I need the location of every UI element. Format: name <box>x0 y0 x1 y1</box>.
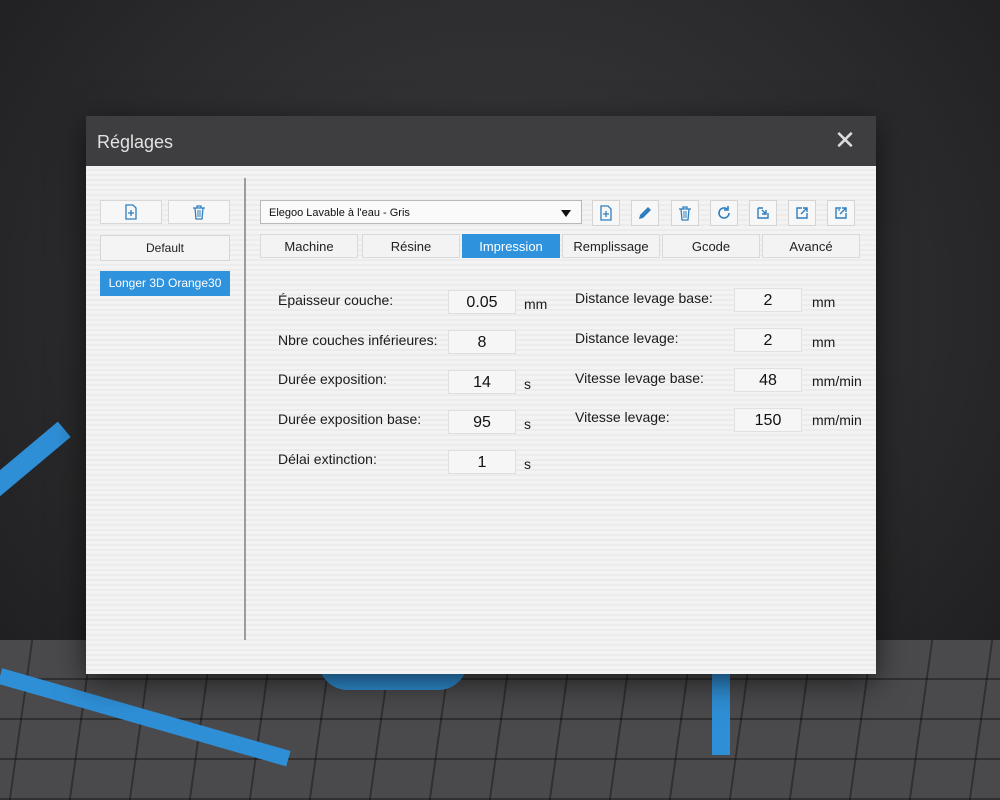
export-resin-button[interactable] <box>788 200 816 226</box>
bottom-lift-distance-unit: mm <box>812 294 836 310</box>
profile-item-selected[interactable]: Longer 3D Orange30 <box>100 271 230 296</box>
chevron-down-icon <box>561 210 571 217</box>
bottom-lift-speed-label: Vitesse levage base: <box>575 370 704 386</box>
dialog-titlebar: Réglages ✕ <box>86 116 876 166</box>
layer-thickness-label: Épaisseur couche: <box>278 292 394 308</box>
profile-item-default[interactable]: Default <box>100 235 230 261</box>
bottom-exposure-unit: s <box>524 416 531 432</box>
bottom-layers-label: Nbre couches inférieures: <box>278 332 438 348</box>
reset-resin-button[interactable] <box>710 200 738 226</box>
resin-profile-value: Elegoo Lavable à l'eau - Gris <box>269 207 410 219</box>
exposure-time-label: Durée exposition: <box>278 371 387 387</box>
build-volume-edge <box>0 421 71 508</box>
refresh-icon <box>718 206 730 219</box>
bottom-layers-input[interactable]: 8 <box>448 330 516 354</box>
tab-impression[interactable]: Impression <box>462 234 560 258</box>
export-icon <box>796 207 808 219</box>
dialog-title: Réglages <box>97 132 174 152</box>
lift-distance-input[interactable]: 2 <box>734 328 802 352</box>
tab-resine[interactable]: Résine <box>362 234 460 258</box>
tab-gcode[interactable]: Gcode <box>662 234 760 258</box>
pencil-icon <box>639 207 651 219</box>
export-all-button[interactable] <box>827 200 855 226</box>
layer-thickness-input[interactable]: 0.05 <box>448 290 516 314</box>
trash-icon <box>679 206 691 221</box>
lift-distance-unit: mm <box>812 334 836 350</box>
bottom-lift-speed-input[interactable]: 48 <box>734 368 802 392</box>
bottom-exposure-input[interactable]: 95 <box>448 410 516 434</box>
bottom-lift-distance-input[interactable]: 2 <box>734 288 802 312</box>
delete-profile-button[interactable] <box>168 200 230 224</box>
lift-distance-label: Distance levage: <box>575 330 679 346</box>
bottom-exposure-label: Durée exposition base: <box>278 411 422 427</box>
delete-resin-button[interactable] <box>671 200 699 226</box>
lift-speed-input[interactable]: 150 <box>734 408 802 432</box>
light-off-delay-label: Délai extinction: <box>278 451 377 467</box>
tab-machine[interactable]: Machine <box>260 234 358 258</box>
lift-speed-unit: mm/min <box>812 412 862 428</box>
tab-avance[interactable]: Avancé <box>762 234 860 258</box>
edit-resin-button[interactable] <box>631 200 659 226</box>
panel-divider <box>244 178 246 640</box>
resin-profile-select[interactable]: Elegoo Lavable à l'eau - Gris <box>260 200 582 224</box>
trash-icon <box>193 205 205 220</box>
import-resin-button[interactable] <box>749 200 777 226</box>
tab-remplissage[interactable]: Remplissage <box>562 234 660 258</box>
export-all-icon <box>835 207 847 219</box>
bottom-lift-distance-label: Distance levage base: <box>575 290 713 306</box>
build-volume-edge <box>712 665 730 755</box>
light-off-delay-unit: s <box>524 456 531 472</box>
add-file-icon <box>125 204 137 220</box>
settings-dialog: Réglages ✕ Default Longer 3D Orange30 El… <box>86 116 876 674</box>
new-resin-button[interactable] <box>592 200 620 226</box>
close-icon[interactable]: ✕ <box>832 127 858 153</box>
bottom-lift-speed-unit: mm/min <box>812 373 862 389</box>
exposure-time-input[interactable]: 14 <box>448 370 516 394</box>
add-file-icon <box>600 205 612 221</box>
import-icon <box>757 207 769 219</box>
dialog-body: Default Longer 3D Orange30 Elegoo Lavabl… <box>86 166 876 674</box>
exposure-time-unit: s <box>524 376 531 392</box>
light-off-delay-input[interactable]: 1 <box>448 450 516 474</box>
layer-thickness-unit: mm <box>524 296 548 312</box>
add-profile-button[interactable] <box>100 200 162 224</box>
lift-speed-label: Vitesse levage: <box>575 409 670 425</box>
